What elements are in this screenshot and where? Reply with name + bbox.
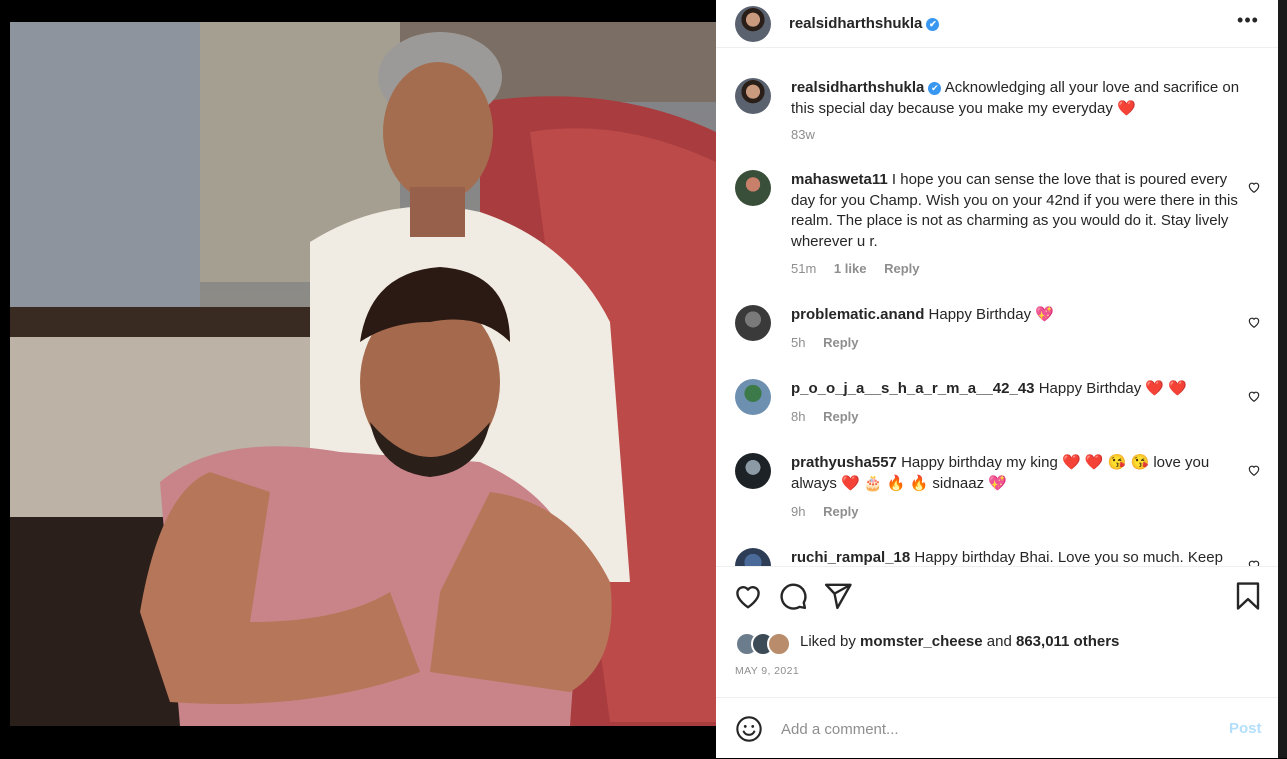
comment-username[interactable]: p_o_o_j_a__s_h_a_r_m_a__42_43 — [791, 380, 1035, 397]
post-caption: realsidharthshukla ✔ Acknowledging all yo… — [735, 78, 1255, 148]
author-username-text[interactable]: realsidharthshukla — [789, 15, 922, 32]
comment-time[interactable]: 51m — [791, 261, 816, 276]
likes-summary: Liked by momster_cheese and 863,011 othe… — [735, 630, 1255, 656]
author-avatar[interactable] — [735, 6, 771, 42]
like-comment-icon[interactable] — [1247, 180, 1261, 194]
reply-button[interactable]: Reply — [823, 504, 858, 519]
comment-time[interactable]: 9h — [791, 504, 805, 519]
heart-icon[interactable] — [733, 581, 763, 611]
likes-text: Liked by momster_cheese and 863,011 othe… — [800, 633, 1119, 650]
comment-body: ruchi_rampal_18 Happy birthday Bhai. Lov… — [791, 548, 1243, 566]
more-options-button[interactable]: ••• — [1236, 10, 1260, 34]
caption-time[interactable]: 83w — [791, 127, 815, 142]
reply-button[interactable]: Reply — [823, 409, 858, 424]
comment-input[interactable] — [779, 716, 1203, 742]
post-photo[interactable] — [10, 22, 716, 726]
caption-username[interactable]: realsidharthshukla — [791, 79, 924, 96]
page-scrollbar[interactable] — [1278, 0, 1287, 758]
author-avatar[interactable] — [735, 78, 771, 114]
like-comment-icon[interactable] — [1247, 558, 1261, 567]
list-item: problematic.anand Happy Birthday 💖 5h Re… — [735, 305, 1260, 355]
reply-button[interactable]: Reply — [823, 335, 858, 350]
comment-username[interactable]: prathyusha557 — [791, 454, 897, 471]
likes-count[interactable]: 863,011 others — [1016, 633, 1119, 650]
comment-time[interactable]: 8h — [791, 409, 805, 424]
comment-username[interactable]: ruchi_rampal_18 — [791, 549, 910, 566]
comments-list[interactable]: realsidharthshukla ✔ Acknowledging all yo… — [716, 48, 1278, 567]
comment-body: mahasweta11 I hope you can sense the lov… — [791, 170, 1243, 252]
comment-meta: 51m 1 like Reply — [791, 261, 933, 276]
emoji-icon[interactable] — [735, 715, 763, 743]
liker-username[interactable]: momster_cheese — [860, 633, 983, 650]
liker-avatars[interactable] — [735, 630, 797, 656]
post-date[interactable]: MAY 9, 2021 — [735, 665, 799, 677]
comment-body: problematic.anand Happy Birthday 💖 — [791, 305, 1243, 326]
share-icon[interactable] — [823, 581, 853, 611]
comment-icon[interactable] — [778, 581, 808, 611]
comment-meta: 8h Reply — [791, 409, 873, 424]
likes-and: and — [986, 633, 1012, 650]
caption-meta: 83w — [791, 127, 829, 142]
post-button[interactable]: Post — [1229, 720, 1262, 737]
list-item: prathyusha557 Happy birthday my king ❤️ … — [735, 453, 1260, 523]
comment-username[interactable]: mahasweta11 — [791, 171, 888, 188]
comment-likes-count[interactable]: 1 like — [834, 261, 867, 276]
comment-username[interactable]: problematic.anand — [791, 306, 924, 323]
comment-meta: 5h Reply — [791, 335, 873, 350]
commenter-avatar[interactable] — [735, 548, 771, 566]
commenter-avatar[interactable] — [735, 379, 771, 415]
bookmark-icon[interactable] — [1233, 581, 1263, 611]
comment-time[interactable]: 5h — [791, 335, 805, 350]
commenter-avatar[interactable] — [735, 453, 771, 489]
commenter-avatar[interactable] — [735, 305, 771, 341]
list-item: p_o_o_j_a__s_h_a_r_m_a__42_43 Happy Birt… — [735, 379, 1260, 429]
likes-prefix: Liked by — [800, 633, 856, 650]
like-comment-icon[interactable] — [1247, 315, 1261, 329]
verified-icon: ✔ — [926, 18, 940, 31]
comment-body: prathyusha557 Happy birthday my king ❤️ … — [791, 453, 1243, 494]
comment-text: Happy Birthday 💖 — [928, 306, 1054, 323]
caption-body: realsidharthshukla ✔ Acknowledging all yo… — [791, 78, 1243, 119]
verified-icon: ✔ — [928, 82, 942, 95]
reply-button[interactable]: Reply — [884, 261, 919, 276]
post-header: realsidharthshukla ✔ ••• — [716, 0, 1278, 48]
photo-frame — [0, 0, 716, 758]
add-comment-row: Post — [716, 697, 1278, 759]
list-item: mahasweta11 I hope you can sense the lov… — [735, 170, 1260, 280]
comment-text: Happy birthday Bhai. Love you so much. K… — [914, 549, 1223, 566]
list-item: ruchi_rampal_18 Happy birthday Bhai. Lov… — [735, 548, 1260, 566]
photo-illustration — [10, 22, 716, 726]
like-comment-icon[interactable] — [1247, 463, 1261, 477]
comment-text: Happy Birthday ❤️ ❤️ — [1038, 380, 1187, 397]
author-username[interactable]: realsidharthshukla ✔ — [789, 15, 940, 32]
comment-meta: 9h Reply — [791, 504, 873, 519]
action-bar — [716, 567, 1278, 627]
liker-avatar[interactable] — [767, 632, 791, 656]
comment-body: p_o_o_j_a__s_h_a_r_m_a__42_43 Happy Birt… — [791, 379, 1243, 400]
post-panel: realsidharthshukla ✔ ••• realsidharthshuk… — [716, 0, 1278, 758]
commenter-avatar[interactable] — [735, 170, 771, 206]
like-comment-icon[interactable] — [1247, 389, 1261, 403]
